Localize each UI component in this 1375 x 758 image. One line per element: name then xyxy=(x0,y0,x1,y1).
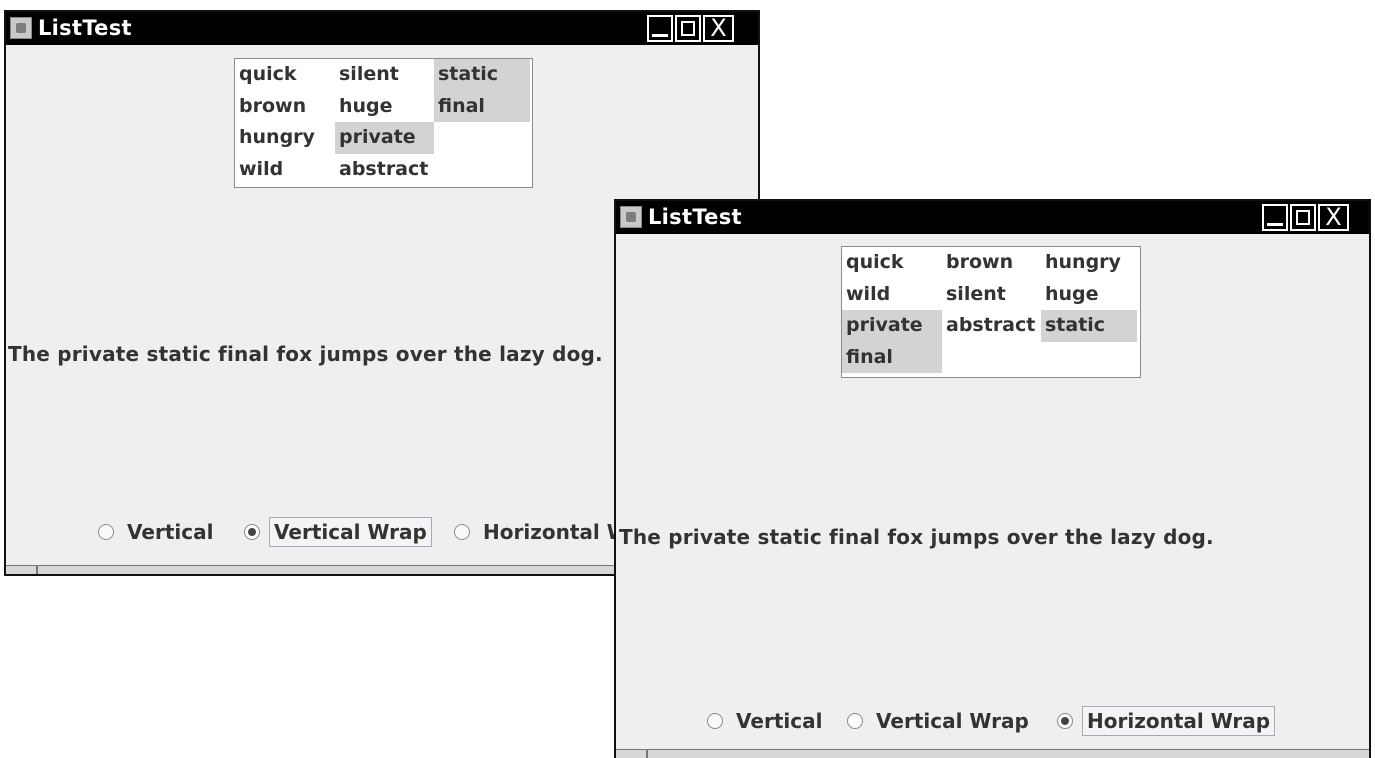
radio-vertical[interactable]: Vertical xyxy=(707,704,826,738)
list-item[interactable]: final xyxy=(842,341,942,373)
list-item[interactable]: hungry xyxy=(235,122,335,154)
minimize-button[interactable] xyxy=(1262,204,1288,231)
list-item-empty[interactable] xyxy=(1041,342,1137,374)
maximize-button[interactable] xyxy=(1290,204,1316,231)
list-item-empty[interactable] xyxy=(434,154,530,186)
radio-label[interactable]: Horizontal Wrap xyxy=(1082,706,1276,736)
radio-circle-icon[interactable] xyxy=(847,713,863,729)
list-item[interactable]: huge xyxy=(1041,279,1137,311)
list-item[interactable]: static xyxy=(434,59,530,91)
list-item[interactable]: hungry xyxy=(1041,247,1137,279)
word-list[interactable]: quick brown hungry wild silent huge priv… xyxy=(234,58,533,188)
word-list[interactable]: quick brown hungry wild silent huge priv… xyxy=(841,246,1141,378)
list-item[interactable]: brown xyxy=(235,91,335,123)
maximize-button[interactable] xyxy=(675,15,701,42)
java-app-icon[interactable] xyxy=(620,206,642,228)
list-item-empty[interactable] xyxy=(942,342,1041,374)
radio-vertical-wrap[interactable]: Vertical Wrap xyxy=(847,704,1033,738)
java-app-icon[interactable] xyxy=(10,17,32,39)
radio-label[interactable]: Vertical Wrap xyxy=(872,707,1033,735)
radio-label[interactable]: Vertical xyxy=(732,707,826,735)
list-item[interactable]: quick xyxy=(842,247,942,279)
radio-horizontal-wrap[interactable]: Horizontal Wrap xyxy=(1057,704,1276,738)
list-item[interactable]: static xyxy=(1041,310,1137,342)
list-item[interactable]: quick xyxy=(235,59,335,91)
window-title: ListTest xyxy=(648,205,742,229)
bottom-border xyxy=(616,749,1369,758)
listtest-window-horizontal-wrap: ListTest X quick brown hungry wild silen… xyxy=(614,199,1371,758)
radio-vertical-wrap[interactable]: Vertical Wrap xyxy=(244,515,432,549)
radio-label[interactable]: Vertical xyxy=(123,518,217,546)
list-item[interactable]: brown xyxy=(942,247,1041,279)
radio-selected-icon[interactable] xyxy=(244,524,260,540)
minimize-button[interactable] xyxy=(647,15,673,42)
list-item[interactable]: silent xyxy=(942,279,1041,311)
radio-selected-icon[interactable] xyxy=(1057,713,1073,729)
list-item-empty[interactable] xyxy=(434,122,530,154)
radio-circle-icon[interactable] xyxy=(454,524,470,540)
list-item[interactable]: private xyxy=(335,122,434,154)
radio-vertical[interactable]: Vertical xyxy=(98,515,217,549)
title-bar[interactable]: ListTest X xyxy=(616,201,1369,234)
list-item[interactable]: silent xyxy=(335,59,434,91)
list-item[interactable]: abstract xyxy=(335,154,434,186)
list-item[interactable]: private xyxy=(842,310,942,342)
list-item[interactable]: abstract xyxy=(942,310,1041,342)
radio-label[interactable]: Vertical Wrap xyxy=(269,517,432,547)
list-item[interactable]: huge xyxy=(335,91,434,123)
list-item[interactable]: final xyxy=(434,90,530,122)
radio-circle-icon[interactable] xyxy=(98,524,114,540)
list-item[interactable]: wild xyxy=(235,154,335,186)
close-button[interactable]: X xyxy=(703,15,734,42)
radio-circle-icon[interactable] xyxy=(707,713,723,729)
window-title: ListTest xyxy=(38,16,132,40)
close-button[interactable]: X xyxy=(1318,204,1349,231)
title-bar[interactable]: ListTest X xyxy=(6,12,758,45)
sentence-label: The private static final fox jumps over … xyxy=(619,525,1214,549)
sentence-label: The private static final fox jumps over … xyxy=(8,342,603,366)
list-item[interactable]: wild xyxy=(842,279,942,311)
